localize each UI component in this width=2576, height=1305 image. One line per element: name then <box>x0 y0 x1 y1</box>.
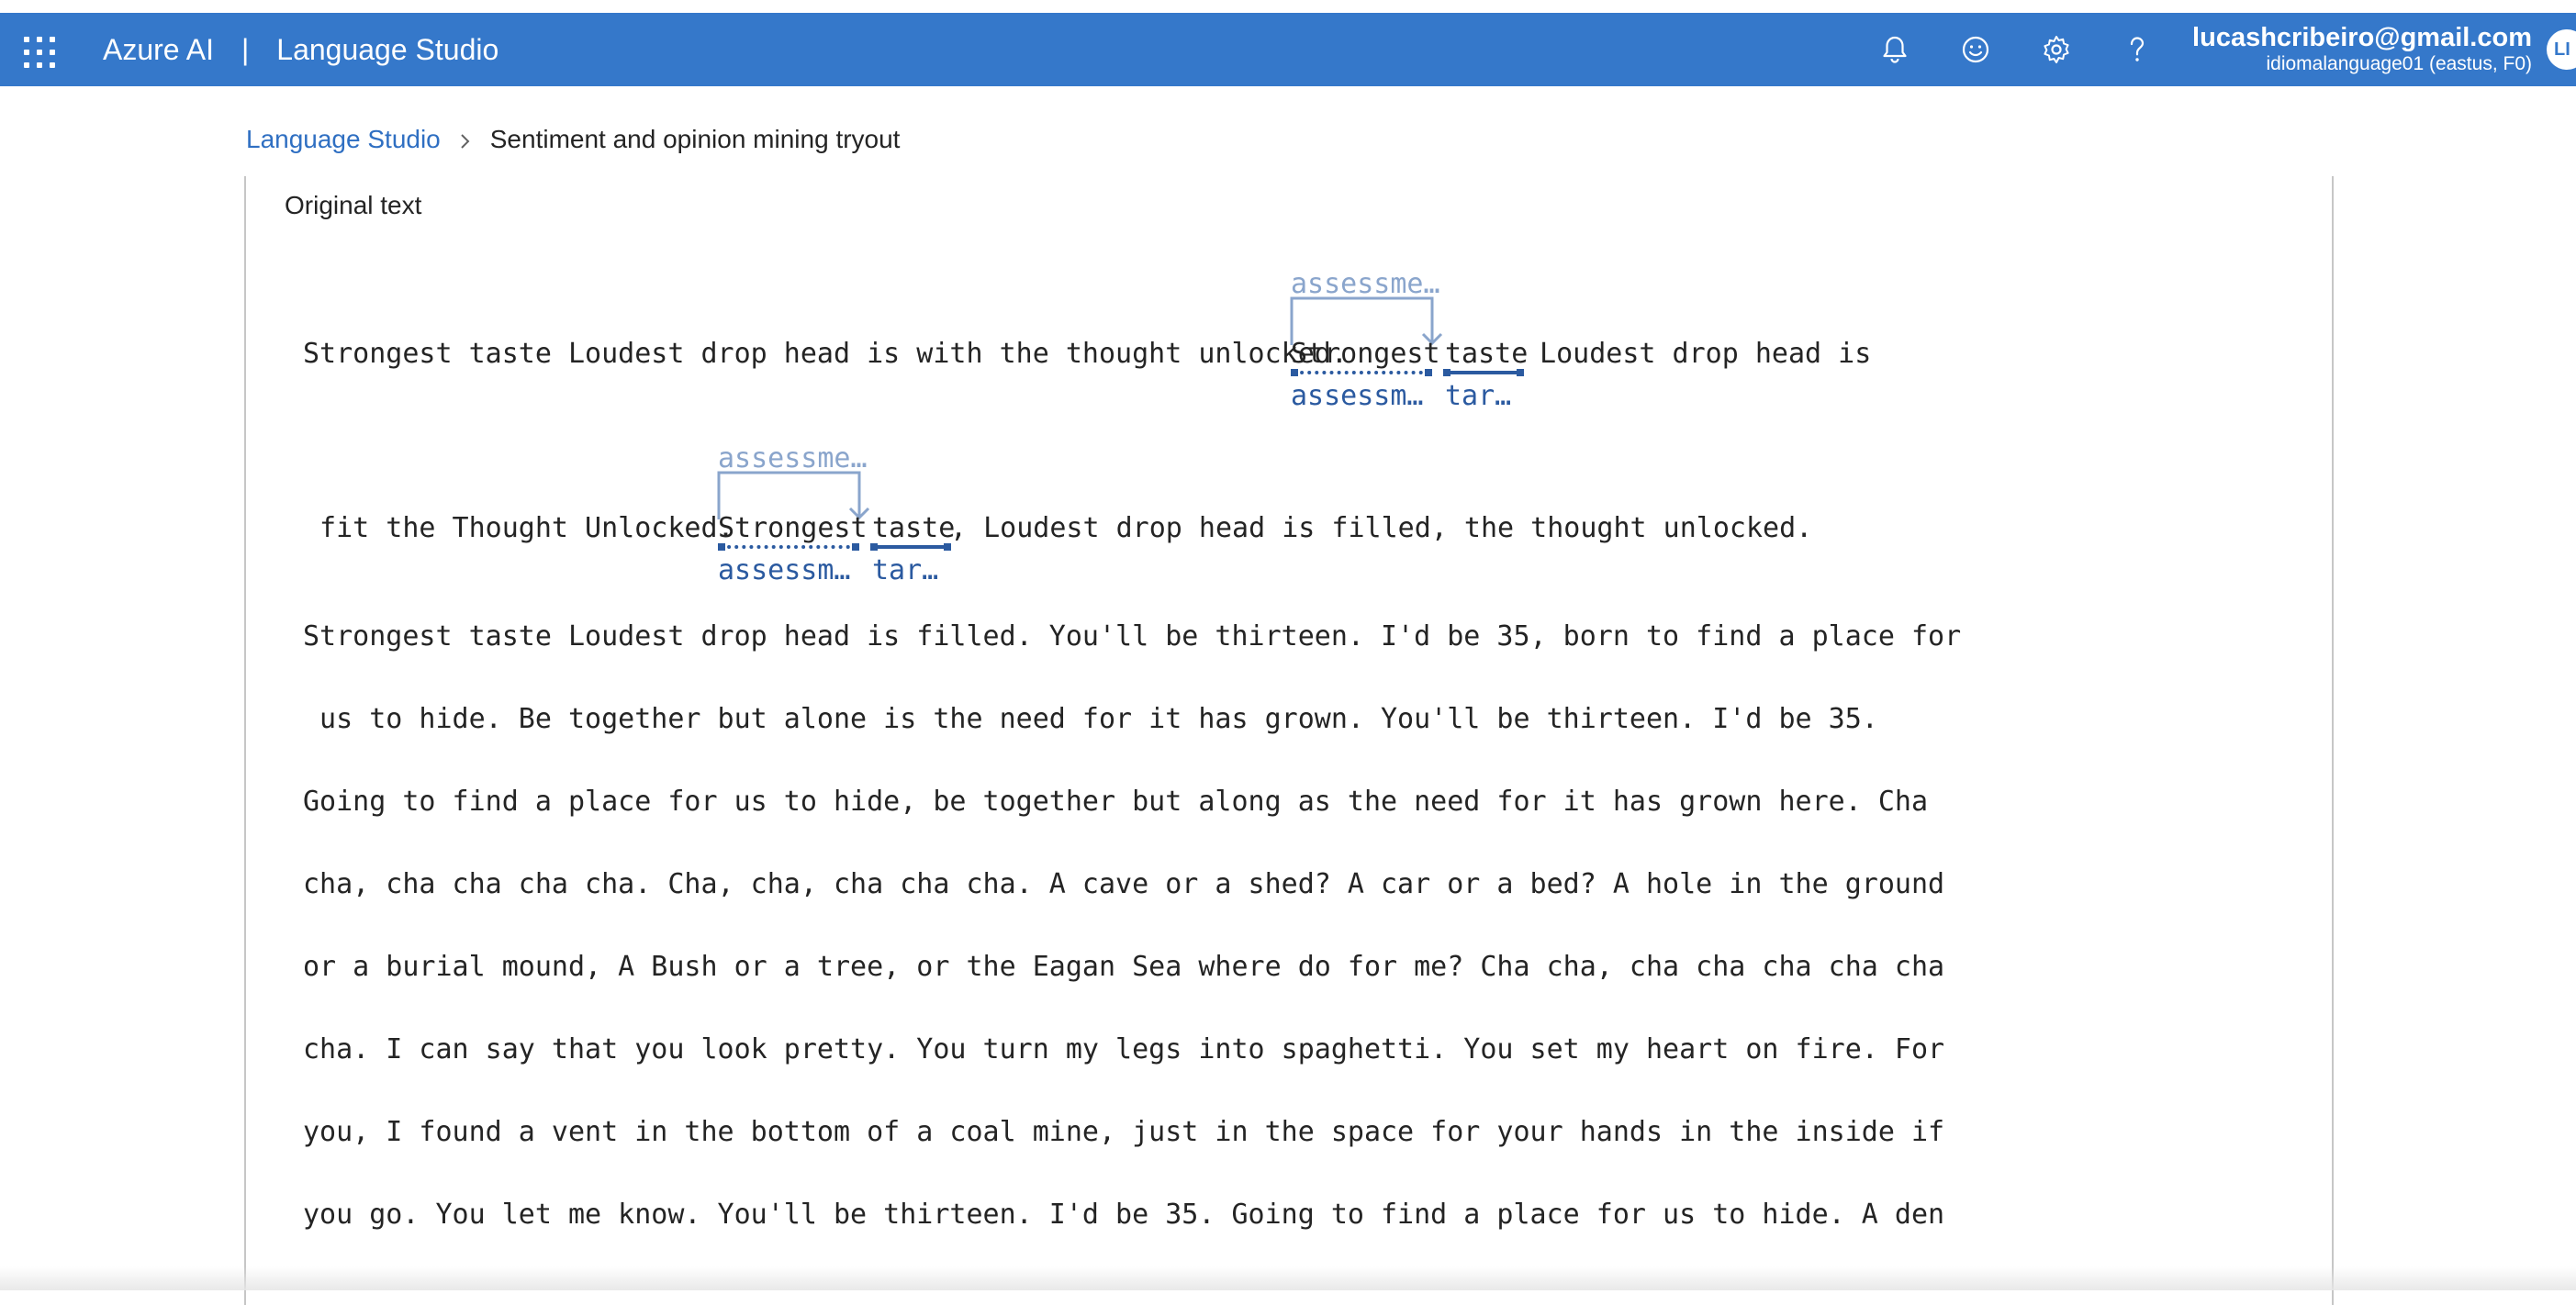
brand-title: Azure AI | Language Studio <box>103 33 498 66</box>
brand-separator: | <box>241 33 250 66</box>
opinion-token-target[interactable]: taste <box>1445 336 1528 373</box>
underline-end-marker <box>852 543 859 551</box>
text-line-rest: , Loudest drop head is filled, the thoug… <box>950 512 1813 544</box>
underline-end-marker <box>1517 369 1524 376</box>
opinion-token-assessment[interactable]: Strongest <box>1291 336 1440 373</box>
bell-icon[interactable] <box>1876 31 1913 68</box>
chevron-right-icon <box>461 133 470 149</box>
assessment-label[interactable]: assessm… <box>1291 380 1424 413</box>
text-line-rest: Loudest drop head is <box>1523 338 1872 370</box>
text-line: you go. You let me know. You'll be thirt… <box>303 1199 1945 1231</box>
text-line: cha, cha cha cha cha. Cha, cha, cha cha … <box>303 868 1945 900</box>
opinion-token-target[interactable]: taste <box>872 510 955 547</box>
underline-start-marker <box>1443 369 1450 376</box>
target-underline <box>1445 371 1522 374</box>
underline-end-marker <box>1425 369 1432 376</box>
avatar[interactable]: LI <box>2547 29 2576 70</box>
window-bottom-edge <box>0 1266 2576 1290</box>
text-line: us to hide. Be together but alone is the… <box>303 703 1878 735</box>
target-label[interactable]: tar… <box>1445 380 1511 413</box>
window-top-strip <box>0 0 2576 13</box>
underline-end-marker <box>944 543 951 551</box>
assessment-label[interactable]: assessm… <box>718 554 851 587</box>
help-icon[interactable] <box>2119 31 2156 68</box>
text-line: or a burial mound, A Bush or a tree, or … <box>303 951 1945 983</box>
text-line: Strongest taste Loudest drop head is fil… <box>303 620 1962 652</box>
underline-start-marker <box>870 543 878 551</box>
breadcrumb-link-language-studio[interactable]: Language Studio <box>246 125 441 153</box>
text-line: cha. I can say that you look pretty. You… <box>303 1033 1945 1065</box>
app-name[interactable]: Azure AI <box>103 33 214 66</box>
app-launcher-icon[interactable] <box>24 37 55 68</box>
underline-start-marker <box>1291 369 1298 376</box>
product-name[interactable]: Language Studio <box>276 33 498 66</box>
account-resource: idiomalanguage01 (eastus, F0) <box>2266 53 2532 74</box>
target-label[interactable]: tar… <box>872 554 938 587</box>
text-line: Going to find a place for us to hide, be… <box>303 786 1929 818</box>
breadcrumb: Language Studio Sentiment and opinion min… <box>246 123 900 156</box>
opinion-token-assessment[interactable]: Strongest <box>718 510 868 547</box>
assessment-underline <box>720 545 857 549</box>
target-underline <box>872 545 949 549</box>
original-text-panel: Original text assessme… Strongest taste … <box>244 176 2334 1305</box>
text-line: fit the Thought Unlocked. <box>303 512 751 544</box>
underline-start-marker <box>718 543 725 551</box>
panel-title: Original text <box>285 191 422 219</box>
breadcrumb-current: Sentiment and opinion mining tryout <box>489 125 901 153</box>
top-navigation-bar: Azure AI | Language Studio lucashcribeiro@… <box>0 13 2576 86</box>
account-email: lucashcribeiro@gmail.com <box>2192 23 2532 52</box>
text-line: Strongest taste Loudest drop head is wit… <box>303 338 1364 370</box>
text-line: you, I found a vent in the bottom of a c… <box>303 1116 1945 1148</box>
feedback-smiley-icon[interactable] <box>1957 31 1994 68</box>
gear-icon[interactable] <box>2038 31 2075 68</box>
account-info[interactable]: lucashcribeiro@gmail.com idiomalanguage0… <box>2192 22 2532 75</box>
assessment-underline <box>1293 371 1430 374</box>
